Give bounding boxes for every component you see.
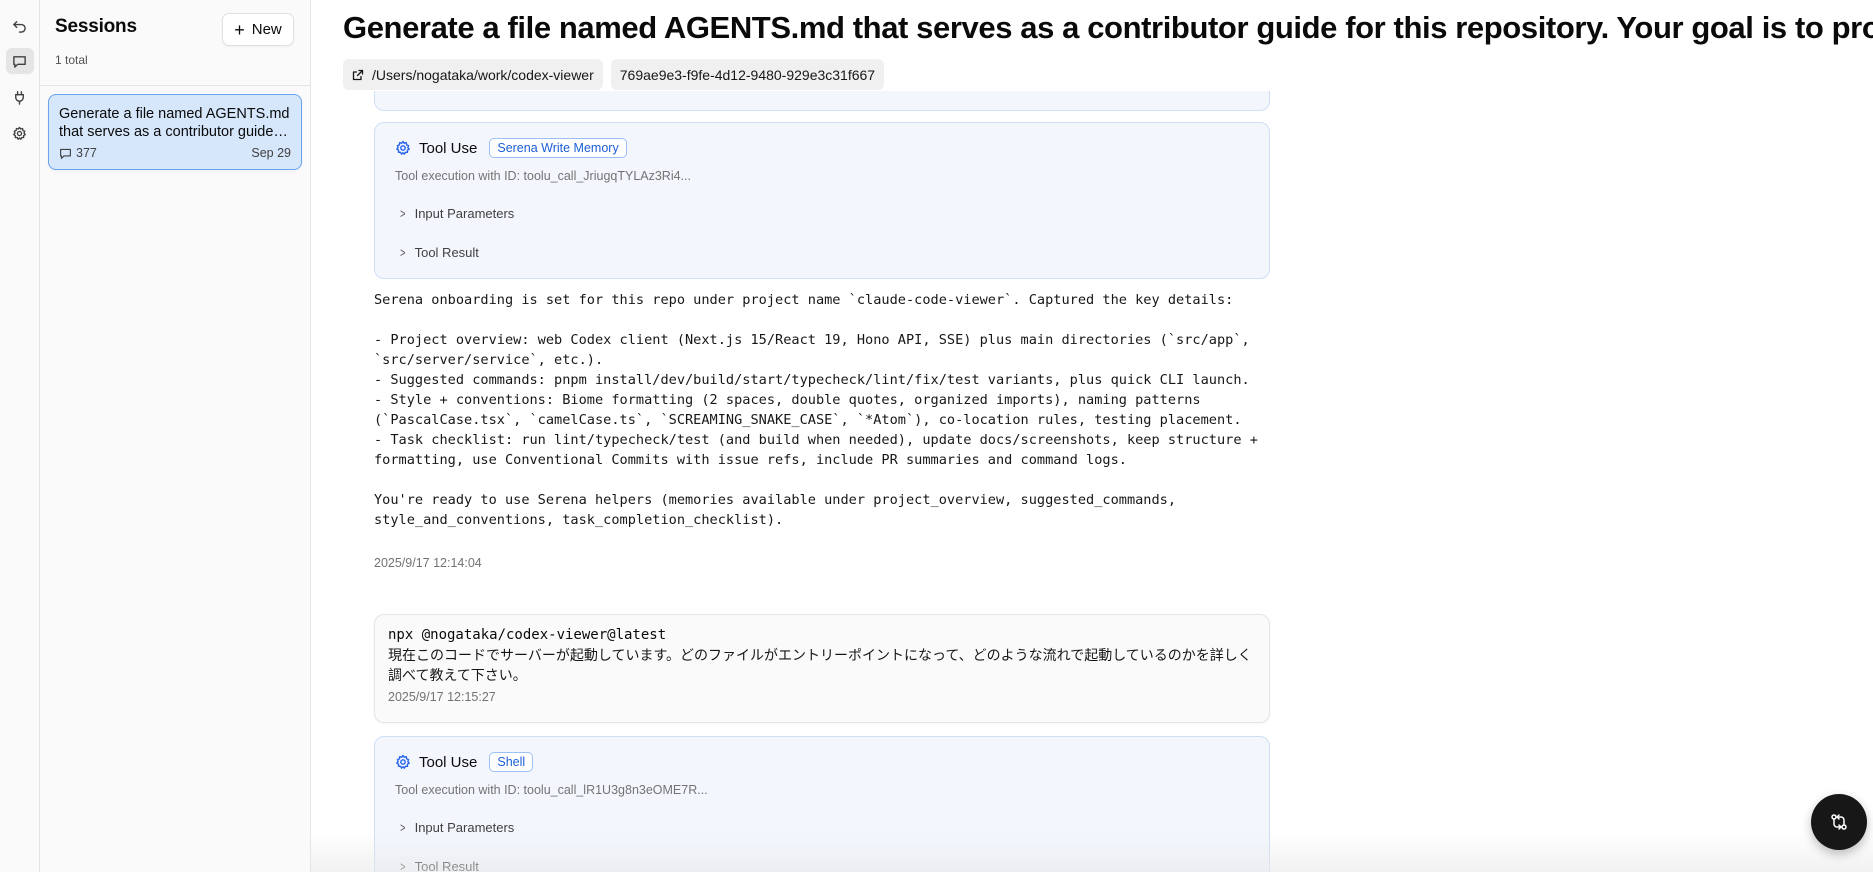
tool-execution-id: Tool execution with ID: toolu_call_Jriug… <box>395 169 691 183</box>
input-parameters-label: Input Parameters <box>414 206 515 221</box>
session-date: Sep 29 <box>251 146 291 160</box>
tool-result-toggle[interactable]: > Tool Result <box>399 859 1249 872</box>
new-session-button[interactable]: + New <box>222 13 294 46</box>
session-meta: 377 Sep 29 <box>59 146 291 160</box>
sessions-count: 1 total <box>55 53 88 67</box>
project-path: /Users/nogataka/work/codex-viewer <box>372 66 594 83</box>
tool-result-label: Tool Result <box>414 859 479 872</box>
tool-use-card: Tool Use Shell Tool execution with ID: t… <box>374 736 1270 872</box>
user-command: npx @nogataka/codex-viewer@latest <box>388 627 667 643</box>
tool-use-label: Tool Use <box>419 139 478 157</box>
tool-use-label: Tool Use <box>419 753 478 771</box>
gear-icon <box>396 754 410 769</box>
chevron-right-icon: > <box>400 245 406 260</box>
settings-icon[interactable] <box>6 120 34 146</box>
tool-name-badge: Serena Write Memory <box>489 138 627 158</box>
message-count-value: 377 <box>76 146 97 160</box>
session-list: Generate a file named AGENTS.md that ser… <box>40 86 310 178</box>
icon-rail <box>0 0 40 872</box>
tool-execution-id: Tool execution with ID: toolu_call_lR1U3… <box>395 783 708 797</box>
message-count: 377 <box>59 146 97 160</box>
external-link-icon <box>352 69 364 80</box>
session-id-chip: 769ae9e3-f9fe-4d12-9480-929e3c31f667 <box>610 59 885 90</box>
chat-icon[interactable] <box>5 48 34 74</box>
plug-icon[interactable] <box>6 84 34 110</box>
plus-icon: + <box>234 19 245 40</box>
gear-icon <box>396 140 410 155</box>
sessions-header: Sessions 1 total + New <box>40 0 310 86</box>
undo-icon[interactable] <box>6 12 34 38</box>
tool-use-header: Tool Use Serena Write Memory <box>395 138 1249 158</box>
tool-result-toggle[interactable]: > Tool Result <box>399 245 1249 260</box>
chevron-right-icon: > <box>400 859 406 872</box>
sessions-sidebar: Sessions 1 total + New Generate a file n… <box>40 0 311 872</box>
input-parameters-toggle[interactable]: > Input Parameters <box>399 820 1249 835</box>
tool-result-label: Tool Result <box>414 245 479 260</box>
input-parameters-toggle[interactable]: > Input Parameters <box>399 206 1249 221</box>
session-title: Generate a file named AGENTS.md that ser… <box>59 106 290 140</box>
input-parameters-label: Input Parameters <box>414 820 515 835</box>
tool-name-badge: Shell <box>489 752 534 772</box>
user-message-card: npx @nogataka/codex-viewer@latest 現在このコー… <box>374 614 1270 723</box>
chevron-right-icon: > <box>400 206 406 221</box>
session-item[interactable]: Generate a file named AGENTS.md that ser… <box>48 94 302 170</box>
conversation-panel: Tool Use Serena Write Memory Tool execut… <box>311 0 1873 872</box>
git-compare-icon <box>1831 814 1847 830</box>
user-timestamp: 2025/9/17 12:15:27 <box>388 690 496 704</box>
git-compare-button[interactable] <box>1811 794 1867 850</box>
session-chips: /Users/nogataka/work/codex-viewer 769ae9… <box>343 59 1853 90</box>
session-header: Generate a file named AGENTS.md that ser… <box>311 0 1873 91</box>
assistant-message: Serena onboarding is set for this repo u… <box>374 292 1258 528</box>
chevron-right-icon: > <box>400 820 406 835</box>
user-message-text: 現在このコードでサーバーが起動しています。どのファイルがエントリーポイントになっ… <box>388 647 1252 683</box>
message-icon <box>60 148 71 159</box>
tool-use-card: Tool Use Serena Write Memory Tool execut… <box>374 122 1270 279</box>
tool-use-header: Tool Use Shell <box>395 752 1249 772</box>
project-path-chip[interactable]: /Users/nogataka/work/codex-viewer <box>343 59 603 90</box>
page-title: Generate a file named AGENTS.md that ser… <box>343 10 1873 45</box>
new-session-label: New <box>251 21 282 38</box>
assistant-timestamp: 2025/9/17 12:14:04 <box>374 556 482 570</box>
session-id: 769ae9e3-f9fe-4d12-9480-929e3c31f667 <box>619 66 876 83</box>
